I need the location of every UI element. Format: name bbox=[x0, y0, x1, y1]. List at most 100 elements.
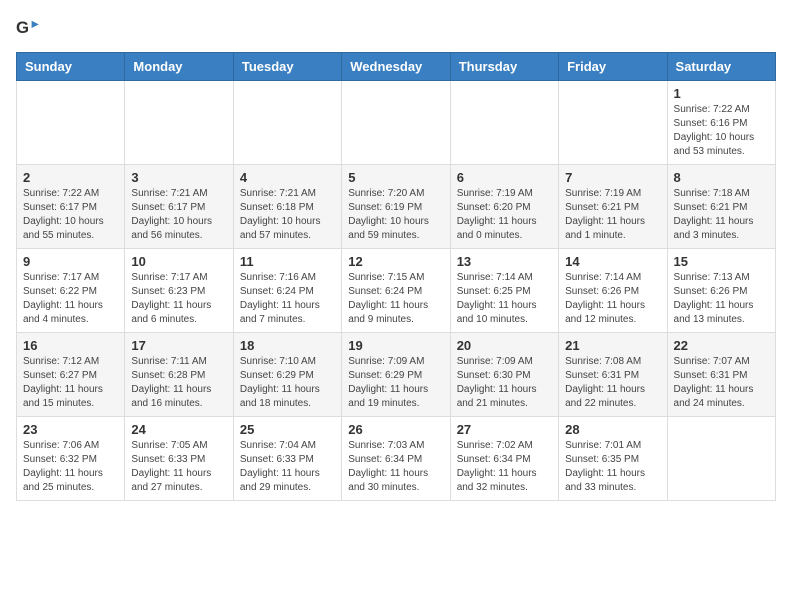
day-info: Sunrise: 7:09 AM Sunset: 6:30 PM Dayligh… bbox=[457, 355, 552, 411]
day-info: Sunrise: 7:12 AM Sunset: 6:27 PM Dayligh… bbox=[23, 355, 118, 411]
day-info: Sunrise: 7:11 AM Sunset: 6:28 PM Dayligh… bbox=[131, 355, 226, 411]
day-number: 28 bbox=[565, 422, 660, 437]
calendar-cell bbox=[17, 81, 125, 165]
calendar-cell: 27 Sunrise: 7:02 AM Sunset: 6:34 PM Dayli… bbox=[450, 417, 558, 501]
day-number: 6 bbox=[457, 170, 552, 185]
day-info: Sunrise: 7:09 AM Sunset: 6:29 PM Dayligh… bbox=[348, 355, 443, 411]
day-info: Sunrise: 7:19 AM Sunset: 6:20 PM Dayligh… bbox=[457, 187, 552, 243]
calendar-cell: 12Sunrise: 7:15 AM Sunset: 6:24 PM Dayli… bbox=[342, 249, 450, 333]
calendar-cell: 3 Sunrise: 7:21 AM Sunset: 6:17 PM Daylig… bbox=[125, 165, 233, 249]
calendar-cell: 10 Sunrise: 7:17 AM Sunset: 6:23 PM Dayli… bbox=[125, 249, 233, 333]
calendar-cell: 7 Sunrise: 7:19 AM Sunset: 6:21 PM Daylig… bbox=[559, 165, 667, 249]
calendar-cell: 21 Sunrise: 7:08 AM Sunset: 6:31 PM Dayli… bbox=[559, 333, 667, 417]
day-number: 1 bbox=[674, 86, 769, 101]
day-number: 27 bbox=[457, 422, 552, 437]
day-number: 15 bbox=[674, 254, 769, 269]
calendar-cell bbox=[125, 81, 233, 165]
day-number: 25 bbox=[240, 422, 335, 437]
day-info: Sunrise: 7:16 AM Sunset: 6:24 PM Dayligh… bbox=[240, 271, 335, 327]
calendar-cell bbox=[667, 417, 775, 501]
day-number: 4 bbox=[240, 170, 335, 185]
calendar-cell: 28 Sunrise: 7:01 AM Sunset: 6:35 PM Dayli… bbox=[559, 417, 667, 501]
calendar-cell: 17 Sunrise: 7:11 AM Sunset: 6:28 PM Dayli… bbox=[125, 333, 233, 417]
day-info: Sunrise: 7:14 AM Sunset: 6:26 PM Dayligh… bbox=[565, 271, 660, 327]
day-number: 20 bbox=[457, 338, 552, 353]
day-number: 8 bbox=[674, 170, 769, 185]
day-info: Sunrise: 7:03 AM Sunset: 6:34 PM Dayligh… bbox=[348, 439, 443, 495]
day-info: Sunrise: 7:22 AM Sunset: 6:16 PM Dayligh… bbox=[674, 103, 769, 159]
weekday-header-monday: Monday bbox=[125, 53, 233, 81]
day-info: Sunrise: 7:05 AM Sunset: 6:33 PM Dayligh… bbox=[131, 439, 226, 495]
calendar-cell: 24 Sunrise: 7:05 AM Sunset: 6:33 PM Dayli… bbox=[125, 417, 233, 501]
day-number: 9 bbox=[23, 254, 118, 269]
day-number: 18 bbox=[240, 338, 335, 353]
weekday-header-sunday: Sunday bbox=[17, 53, 125, 81]
day-info: Sunrise: 7:20 AM Sunset: 6:19 PM Dayligh… bbox=[348, 187, 443, 243]
calendar-cell: 6 Sunrise: 7:19 AM Sunset: 6:20 PM Daylig… bbox=[450, 165, 558, 249]
day-number: 26 bbox=[348, 422, 443, 437]
day-info: Sunrise: 7:13 AM Sunset: 6:26 PM Dayligh… bbox=[674, 271, 769, 327]
day-info: Sunrise: 7:17 AM Sunset: 6:23 PM Dayligh… bbox=[131, 271, 226, 327]
calendar-cell: 1 Sunrise: 7:22 AM Sunset: 6:16 PM Daylig… bbox=[667, 81, 775, 165]
calendar-week-4: 16 Sunrise: 7:12 AM Sunset: 6:27 PM Dayli… bbox=[17, 333, 776, 417]
calendar-cell: 19 Sunrise: 7:09 AM Sunset: 6:29 PM Dayli… bbox=[342, 333, 450, 417]
calendar-cell: 8 Sunrise: 7:18 AM Sunset: 6:21 PM Daylig… bbox=[667, 165, 775, 249]
day-info: Sunrise: 7:21 AM Sunset: 6:18 PM Dayligh… bbox=[240, 187, 335, 243]
calendar-cell: 13 Sunrise: 7:14 AM Sunset: 6:25 PM Dayli… bbox=[450, 249, 558, 333]
day-info: Sunrise: 7:08 AM Sunset: 6:31 PM Dayligh… bbox=[565, 355, 660, 411]
calendar-cell bbox=[450, 81, 558, 165]
calendar-week-5: 23 Sunrise: 7:06 AM Sunset: 6:32 PM Dayli… bbox=[17, 417, 776, 501]
calendar-cell: 4 Sunrise: 7:21 AM Sunset: 6:18 PM Daylig… bbox=[233, 165, 341, 249]
calendar-table: SundayMondayTuesdayWednesdayThursdayFrid… bbox=[16, 52, 776, 501]
day-number: 7 bbox=[565, 170, 660, 185]
day-number: 13 bbox=[457, 254, 552, 269]
calendar-cell: 20 Sunrise: 7:09 AM Sunset: 6:30 PM Dayli… bbox=[450, 333, 558, 417]
weekday-header-tuesday: Tuesday bbox=[233, 53, 341, 81]
day-info: Sunrise: 7:15 AM Sunset: 6:24 PM Dayligh… bbox=[348, 271, 443, 327]
calendar-cell: 15 Sunrise: 7:13 AM Sunset: 6:26 PM Dayli… bbox=[667, 249, 775, 333]
day-number: 21 bbox=[565, 338, 660, 353]
weekday-header-friday: Friday bbox=[559, 53, 667, 81]
calendar-cell bbox=[233, 81, 341, 165]
day-info: Sunrise: 7:14 AM Sunset: 6:25 PM Dayligh… bbox=[457, 271, 552, 327]
calendar-cell: 11Sunrise: 7:16 AM Sunset: 6:24 PM Dayli… bbox=[233, 249, 341, 333]
calendar-cell bbox=[559, 81, 667, 165]
day-number: 10 bbox=[131, 254, 226, 269]
day-number: 24 bbox=[131, 422, 226, 437]
calendar-cell bbox=[342, 81, 450, 165]
day-info: Sunrise: 7:19 AM Sunset: 6:21 PM Dayligh… bbox=[565, 187, 660, 243]
day-number: 16 bbox=[23, 338, 118, 353]
day-info: Sunrise: 7:01 AM Sunset: 6:35 PM Dayligh… bbox=[565, 439, 660, 495]
day-number: 19 bbox=[348, 338, 443, 353]
calendar-cell: 5 Sunrise: 7:20 AM Sunset: 6:19 PM Daylig… bbox=[342, 165, 450, 249]
day-info: Sunrise: 7:17 AM Sunset: 6:22 PM Dayligh… bbox=[23, 271, 118, 327]
svg-text:G: G bbox=[16, 18, 29, 37]
day-info: Sunrise: 7:21 AM Sunset: 6:17 PM Dayligh… bbox=[131, 187, 226, 243]
day-number: 14 bbox=[565, 254, 660, 269]
day-info: Sunrise: 7:02 AM Sunset: 6:34 PM Dayligh… bbox=[457, 439, 552, 495]
calendar-cell: 18 Sunrise: 7:10 AM Sunset: 6:29 PM Dayli… bbox=[233, 333, 341, 417]
day-info: Sunrise: 7:06 AM Sunset: 6:32 PM Dayligh… bbox=[23, 439, 118, 495]
calendar-cell: 2Sunrise: 7:22 AM Sunset: 6:17 PM Daylig… bbox=[17, 165, 125, 249]
day-number: 17 bbox=[131, 338, 226, 353]
day-info: Sunrise: 7:22 AM Sunset: 6:17 PM Dayligh… bbox=[23, 187, 118, 243]
calendar-week-2: 2Sunrise: 7:22 AM Sunset: 6:17 PM Daylig… bbox=[17, 165, 776, 249]
day-info: Sunrise: 7:18 AM Sunset: 6:21 PM Dayligh… bbox=[674, 187, 769, 243]
weekday-header-thursday: Thursday bbox=[450, 53, 558, 81]
calendar-cell: 9 Sunrise: 7:17 AM Sunset: 6:22 PM Daylig… bbox=[17, 249, 125, 333]
day-number: 3 bbox=[131, 170, 226, 185]
calendar-cell: 16 Sunrise: 7:12 AM Sunset: 6:27 PM Dayli… bbox=[17, 333, 125, 417]
calendar-week-1: 1 Sunrise: 7:22 AM Sunset: 6:16 PM Daylig… bbox=[17, 81, 776, 165]
page-header: G bbox=[16, 16, 776, 40]
calendar-cell: 22Sunrise: 7:07 AM Sunset: 6:31 PM Dayli… bbox=[667, 333, 775, 417]
logo-icon: G bbox=[16, 16, 40, 40]
weekday-header-saturday: Saturday bbox=[667, 53, 775, 81]
day-number: 22 bbox=[674, 338, 769, 353]
day-info: Sunrise: 7:10 AM Sunset: 6:29 PM Dayligh… bbox=[240, 355, 335, 411]
calendar-week-3: 9 Sunrise: 7:17 AM Sunset: 6:22 PM Daylig… bbox=[17, 249, 776, 333]
calendar-cell: 25Sunrise: 7:04 AM Sunset: 6:33 PM Dayli… bbox=[233, 417, 341, 501]
logo: G bbox=[16, 16, 44, 40]
day-number: 5 bbox=[348, 170, 443, 185]
day-number: 23 bbox=[23, 422, 118, 437]
calendar-cell: 26 Sunrise: 7:03 AM Sunset: 6:34 PM Dayli… bbox=[342, 417, 450, 501]
